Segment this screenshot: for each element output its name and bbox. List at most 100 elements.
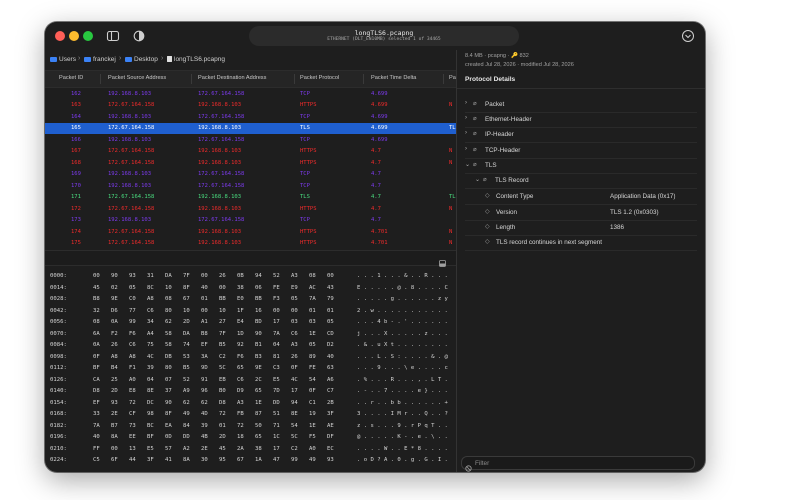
split-view-divider[interactable] xyxy=(456,50,457,472)
minimize-window-button[interactable] xyxy=(69,31,79,41)
chevron-icon[interactable]: ⌄ xyxy=(475,176,480,183)
hex-byte: 7A xyxy=(93,422,100,429)
hex-byte: CF xyxy=(129,411,136,417)
paperclip-icon: ⌀ xyxy=(473,131,477,137)
window-title-pill: longTLS6.pcapng ETHERNET (DLT_EN10MB) se… xyxy=(249,26,519,46)
breadcrumb-desktop[interactable]: Desktop xyxy=(134,56,158,63)
chevron-icon[interactable]: › xyxy=(465,146,467,152)
hex-byte: 19 xyxy=(309,411,316,417)
tree-row[interactable]: ◇ Version TLS 1.2 (0x0303) xyxy=(45,205,659,220)
protocol-cell: HTTPS xyxy=(300,205,317,212)
column-header-time-delta[interactable]: Packet Time Delta xyxy=(371,75,416,81)
chevron-icon[interactable]: › xyxy=(465,100,467,106)
hex-ascii: . . . . . g . . . . . . z y xyxy=(357,296,448,302)
hex-byte: 5C xyxy=(291,434,298,440)
tree-label: TLS xyxy=(485,161,497,169)
chevron-icon[interactable]: › xyxy=(465,130,467,136)
hex-byte: 7A xyxy=(309,296,316,302)
column-divider[interactable] xyxy=(294,74,295,84)
chevron-icon[interactable]: › xyxy=(465,115,467,121)
tag-icon: ◇ xyxy=(485,239,490,245)
hex-byte: 84 xyxy=(183,422,190,429)
row-separator xyxy=(465,142,697,143)
hex-byte: 03 xyxy=(309,319,316,325)
tree-row[interactable]: ◇ Content Type Application Data (0x17) xyxy=(45,189,675,204)
tree-row[interactable]: ⌄ ⌀ TLS xyxy=(45,158,497,173)
hex-byte: 13 xyxy=(129,445,136,452)
column-header-destination[interactable]: Packet Destination Address xyxy=(198,75,266,81)
hex-byte: 93 xyxy=(327,457,334,463)
hex-byte: 72 xyxy=(237,422,244,429)
filter-field[interactable] xyxy=(461,456,695,472)
tag-icon: ◇ xyxy=(485,224,490,230)
column-divider[interactable] xyxy=(191,74,192,84)
column-header-packet-id[interactable]: Packet ID xyxy=(59,75,83,81)
tree-row[interactable]: ⌄ ⌀ TLS Record xyxy=(45,173,529,188)
tree-label: Ethernet-Header xyxy=(485,115,532,123)
zoom-window-button[interactable] xyxy=(83,31,93,41)
hex-byte: 26 xyxy=(291,353,298,360)
hex-byte: 32 xyxy=(93,307,100,314)
hex-byte: A2 xyxy=(183,445,190,452)
contrast-icon[interactable] xyxy=(131,28,147,44)
hex-row[interactable]: 0224: C5 6F 44 3F 41 8A 30 95 67 1A 47 99 49 93 . o D ?… xyxy=(45,455,456,468)
hex-byte: 9E xyxy=(111,296,118,302)
hex-byte: 00 xyxy=(93,273,100,279)
tree-row[interactable]: ◇ Length 1386 xyxy=(45,220,624,235)
hex-byte: 52 xyxy=(273,273,280,279)
protocol-cell: HTTPS xyxy=(300,102,317,108)
panel-layout-icon[interactable] xyxy=(439,254,446,267)
hex-byte: 25 xyxy=(111,376,118,383)
hex-byte: DB xyxy=(165,353,172,360)
hex-byte: 38 xyxy=(255,445,262,452)
hex-byte: 81 xyxy=(273,353,280,360)
column-header-truncated[interactable]: Pa xyxy=(449,75,456,81)
tree-label: Content Type xyxy=(496,192,534,200)
time-delta-cell: 4.701 xyxy=(371,240,388,246)
column-header-source[interactable]: Packet Source Address xyxy=(108,75,166,81)
column-header-protocol[interactable]: Packet Protocol xyxy=(300,75,339,81)
hex-byte: 8F xyxy=(165,411,172,417)
breadcrumb-separator: › xyxy=(161,55,164,62)
tree-row[interactable]: › ⌀ IP-Header xyxy=(45,127,514,142)
tree-row[interactable]: › ⌀ TCP-Header xyxy=(45,143,520,158)
hex-byte: F2 xyxy=(111,330,118,337)
truncated-cell: N xyxy=(449,148,453,154)
window-title: longTLS6.pcapng xyxy=(354,29,414,37)
pane-divider[interactable] xyxy=(45,250,456,267)
hex-ascii: 3 . . . . I M r . . Q . . ? xyxy=(357,411,448,417)
hex-byte: 6F xyxy=(111,457,118,463)
column-divider[interactable] xyxy=(100,74,101,84)
hex-byte: EC xyxy=(327,445,334,452)
tree-label: IP-Header xyxy=(485,130,514,138)
chevron-icon[interactable]: ⌄ xyxy=(465,161,470,168)
hex-byte: A1 xyxy=(201,319,208,325)
chevron-down-circle-icon[interactable] xyxy=(681,29,695,43)
tree-row[interactable]: › ⌀ Ethernet-Header xyxy=(45,112,532,127)
hex-byte: 41 xyxy=(165,457,172,463)
truncated-cell: TL xyxy=(449,125,456,131)
column-divider[interactable] xyxy=(363,74,364,84)
hex-byte: B8 xyxy=(201,330,208,337)
folder-icon xyxy=(125,57,132,62)
sidebar-toggle-icon[interactable] xyxy=(105,28,121,44)
column-divider[interactable] xyxy=(443,74,444,84)
hex-byte: B4 xyxy=(111,365,118,371)
paperclip-icon: ⌀ xyxy=(473,162,477,168)
close-window-button[interactable] xyxy=(55,31,65,41)
hex-byte: 2E xyxy=(201,445,208,452)
breadcrumb-franckej[interactable]: franckej xyxy=(93,56,116,63)
hex-byte: 6A xyxy=(93,330,100,337)
hex-byte: DA xyxy=(165,273,172,279)
hex-ascii: E . . . . . @ . 8 . . . . C xyxy=(357,284,448,291)
tree-row[interactable]: › ⌀ Packet xyxy=(45,97,504,112)
breadcrumb-users[interactable]: Users xyxy=(59,56,76,63)
packet-id-cell: 162 xyxy=(71,90,81,97)
hex-byte: 0F xyxy=(291,365,298,371)
tree-row[interactable]: ◇ TLS record continues in next segment xyxy=(45,235,602,250)
hex-byte: A0 xyxy=(129,376,136,383)
hex-byte: 90 xyxy=(165,399,172,406)
hex-byte: 8E xyxy=(291,411,298,417)
filter-input[interactable] xyxy=(475,457,685,469)
breadcrumb-file[interactable]: longTLS6.pcapng xyxy=(174,56,225,63)
